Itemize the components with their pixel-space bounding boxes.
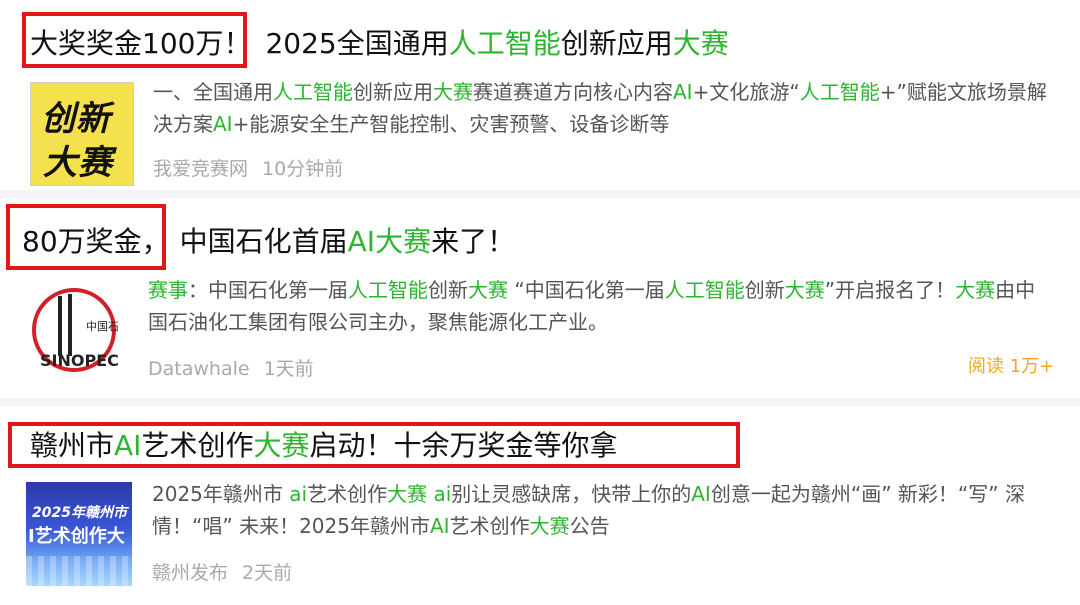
thumb-sinopec-label: SINOPEC bbox=[40, 351, 118, 370]
result-thumbnail-1[interactable]: 创新 大赛 bbox=[30, 82, 134, 186]
post-time: 10分钟前 bbox=[262, 158, 344, 180]
annotation-box-3 bbox=[8, 422, 740, 468]
result-meta-2: Datawhale 1天前 bbox=[148, 354, 328, 381]
result-snippet-2: 赛事：中国石化第一届人工智能创新大赛 “中国石化第一届人工智能创新大赛”开启报名… bbox=[148, 278, 1036, 334]
thumb-label-chuangxin: 创新 bbox=[41, 99, 111, 139]
thumb-label-art: I艺术创作大 bbox=[28, 526, 125, 547]
post-time: 2天前 bbox=[242, 562, 293, 584]
source-name[interactable]: 赣州发布 bbox=[152, 562, 228, 584]
result-snippet-3: 2025年赣州市 ai艺术创作大赛 ai别让灵感缺席，快带上你的AI创意一起为赣… bbox=[152, 482, 1026, 538]
result-card-3[interactable]: 赣州市AI艺术创作大赛启动！十余万奖金等你拿 2025年赣州市 I艺术创作大 2… bbox=[0, 406, 1080, 605]
result-card-1[interactable]: 大奖奖金100万！ 2025全国通用人工智能创新应用大赛 创新 大赛 一、全国通用… bbox=[0, 0, 1080, 190]
source-name[interactable]: 我爱竞赛网 bbox=[153, 158, 248, 180]
separator bbox=[0, 190, 1080, 198]
city-skyline-graphic bbox=[26, 556, 132, 586]
result-thumbnail-3[interactable]: 2025年赣州市 I艺术创作大 bbox=[26, 482, 132, 586]
separator bbox=[0, 398, 1080, 406]
source-name[interactable]: Datawhale bbox=[148, 358, 250, 380]
result-meta-1: 我爱竞赛网 10分钟前 bbox=[153, 154, 357, 181]
sinopec-logo-icon: 中国石化 SINOPEC bbox=[32, 288, 118, 372]
thumb-cn-label: 中国石化 bbox=[86, 319, 118, 333]
annotation-box-2 bbox=[6, 204, 166, 270]
annotation-box-1 bbox=[22, 12, 247, 68]
result-meta-3: 赣州发布 2天前 bbox=[152, 558, 306, 585]
post-time: 1天前 bbox=[263, 358, 314, 380]
read-count: 阅读 1万+ bbox=[968, 356, 1055, 377]
result-thumbnail-2[interactable]: 中国石化 SINOPEC bbox=[30, 286, 118, 374]
result-snippet-1: 一、全国通用人工智能创新应用大赛赛道赛道方向核心内容AI+文化旅游“人工智能+”… bbox=[153, 80, 1047, 136]
thumb-label-year: 2025年赣州市 bbox=[32, 505, 127, 521]
result-card-2[interactable]: 80万奖金，中国石化首届AI大赛来了！ 中国石化 SINOPEC 赛事：中国石化… bbox=[0, 198, 1080, 398]
thumb-label-dasai: 大赛 bbox=[43, 143, 113, 183]
